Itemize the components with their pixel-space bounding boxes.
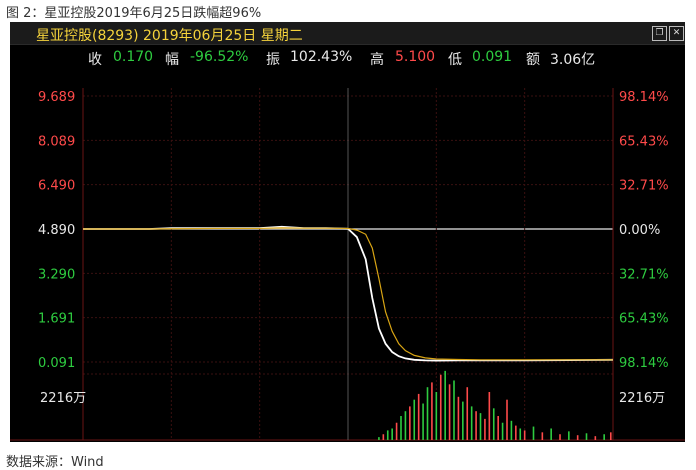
volume-bar [439,374,442,440]
window-titlebar: 星亚控股(8293) 2019年06月25日 星期二 ❐ ✕ [10,22,685,45]
volume-bar [466,387,469,440]
y-left-tick-label: 3.290 [38,267,75,282]
volume-bar [488,392,491,440]
y-right-tick-label: 32.71% [619,267,669,282]
window-close-icon[interactable]: ✕ [669,26,684,41]
volume-bar [391,428,393,440]
y-right-tick-label: 65.43% [619,312,669,327]
volume-bar [426,387,429,440]
y-right-tick-label: 98.14% [619,356,669,371]
y-right-tick-label: 32.71% [619,179,669,194]
volume-bar [386,430,389,440]
volume-bar [400,416,402,440]
volume-bar [444,370,446,440]
volume-bar [475,411,477,440]
volume-bar [448,384,451,440]
volume-bar [378,437,380,440]
volume-bar [413,399,416,440]
volume-bar [453,380,455,440]
y-right-tick-label: 65.43% [619,134,669,149]
volume-bar [404,411,407,440]
volume-bar [559,434,561,440]
y-left-tick-label: 1.691 [38,312,75,327]
volume-bar [501,422,504,440]
volume-bar [515,425,517,440]
volume-bar [532,426,535,440]
volume-bar [576,435,579,440]
stock-title: 星亚控股(8293) 2019年06月25日 星期二 [36,28,303,44]
y-right-tick-label: 98.14% [619,90,669,105]
volume-bar [457,396,460,440]
volume-bar [568,431,570,440]
volume-bar [435,392,438,440]
volume-bar [422,403,424,440]
figure-caption: 图 2：星亚控股2019年6月25日跌幅超96% [6,6,262,21]
volume-bar [506,399,508,440]
volume-bar [497,416,499,440]
y-right-tick-label: 0.00% [619,223,660,238]
volume-bar [382,434,385,440]
volume-bar [479,413,482,440]
volume-bar [409,406,411,440]
volume-bar [523,430,526,440]
window-restore-icon[interactable]: ❐ [652,26,667,41]
volume-bar [519,428,522,440]
volume-bar [541,432,544,440]
volume-bar [431,382,433,440]
volume-bar [395,422,398,440]
volume-bar [462,401,464,440]
volume-label-right: 2216万 [619,391,665,406]
y-left-tick-label: 9.689 [38,90,75,105]
volume-bar [470,406,473,440]
volume-bar [550,428,552,440]
y-left-tick-label: 8.089 [38,134,75,149]
stock-chart-window: 星亚控股(8293) 2019年06月25日 星期二 ❐ ✕ 收 0.170 幅… [10,22,685,442]
volume-bar [603,434,605,440]
volume-bar [609,432,612,440]
volume-bar [594,436,597,440]
volume-bar [417,393,420,440]
volume-bar [492,408,495,440]
volume-label-left: 2216万 [40,391,86,406]
volume-bar [510,420,513,440]
y-left-tick-label: 4.890 [38,223,75,238]
y-left-tick-label: 6.490 [38,179,75,194]
volume-bar [484,418,486,440]
y-left-tick-label: 0.091 [38,356,75,371]
intraday-chart: 9.689 98.14% 8.089 65.43% 6.490 32.71% 4.890 0.… [10,88,685,441]
data-source: 数据来源：Wind [6,455,104,470]
volume-bar [585,433,588,440]
